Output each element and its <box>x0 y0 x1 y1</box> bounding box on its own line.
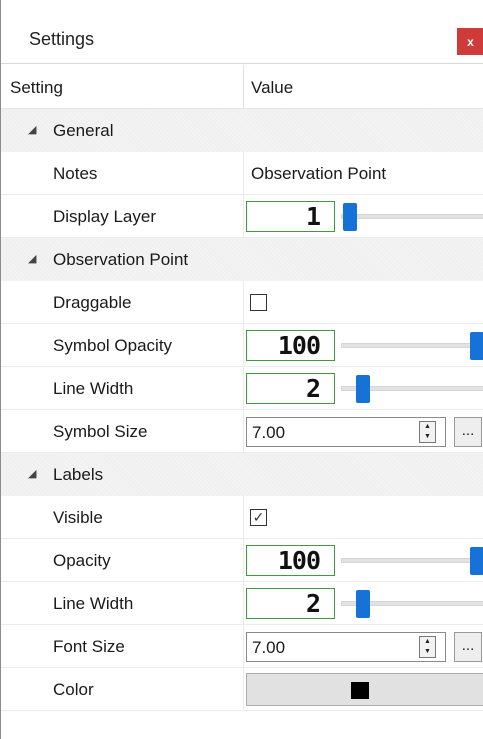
visible-checkbox[interactable]: ✓ <box>250 509 267 526</box>
opacity-readout: 100 <box>246 545 335 576</box>
display-layer-slider-thumb[interactable] <box>343 203 357 231</box>
close-icon: x <box>467 34 474 49</box>
symbol-size-input[interactable]: 7.00 ▲ ▼ <box>246 417 446 447</box>
category-label: Labels <box>53 465 104 484</box>
category-label: Observation Point <box>53 250 189 269</box>
category-label: General <box>53 121 114 140</box>
cell-divider <box>243 625 244 668</box>
line-width-readout: 2 <box>246 373 335 404</box>
row-label: Draggable <box>53 293 132 312</box>
opacity-slider-thumb[interactable] <box>470 547 483 575</box>
spin-up-icon[interactable]: ▲ <box>420 637 435 647</box>
row-label: Display Layer <box>53 207 156 226</box>
row-label: Notes <box>53 164 98 183</box>
row-label: Font Size <box>53 637 125 656</box>
font-size-ellipsis-button[interactable]: ... <box>454 632 482 662</box>
symbol-size-ellipsis-button[interactable]: ... <box>454 417 482 447</box>
collapse-icon[interactable]: ◢ <box>28 252 36 265</box>
column-divider[interactable] <box>243 65 244 109</box>
cell-divider <box>243 496 244 539</box>
row-draggable[interactable]: Draggable <box>1 281 483 324</box>
cell-divider <box>243 324 244 367</box>
font-size-value[interactable]: 7.00 <box>252 638 285 658</box>
cell-divider <box>243 668 244 711</box>
row-visible[interactable]: Visible ✓ <box>1 496 483 539</box>
display-layer-readout: 1 <box>246 201 335 232</box>
cell-divider <box>243 367 244 410</box>
category-labels[interactable]: ◢ Labels <box>1 453 483 496</box>
close-button[interactable]: x <box>457 28 483 55</box>
row-label: Line Width <box>53 594 134 613</box>
collapse-icon[interactable]: ◢ <box>28 467 36 480</box>
symbol-opacity-value: 100 <box>277 331 321 360</box>
symbol-opacity-slider-track[interactable] <box>341 343 483 348</box>
row-label: Opacity <box>53 551 111 570</box>
color-picker-button[interactable] <box>246 673 483 706</box>
row-font-size[interactable]: Font Size 7.00 ▲ ▼ ... <box>1 625 483 668</box>
symbol-size-spinner[interactable]: ▲ ▼ <box>419 421 436 443</box>
symbol-opacity-slider-thumb[interactable] <box>470 332 483 360</box>
font-size-input[interactable]: 7.00 ▲ ▼ <box>246 632 446 662</box>
cell-divider <box>243 281 244 324</box>
opacity-slider-track[interactable] <box>341 558 483 563</box>
row-label: Line Width <box>53 379 134 398</box>
column-header: Setting Value <box>1 65 483 109</box>
symbol-size-value[interactable]: 7.00 <box>252 423 285 443</box>
row-display-layer[interactable]: Display Layer 1 <box>1 195 483 238</box>
row-line-width[interactable]: Line Width 2 <box>1 367 483 410</box>
cell-divider <box>243 582 244 625</box>
row-notes[interactable]: Notes Observation Point <box>1 152 483 195</box>
cell-divider <box>243 195 244 238</box>
property-grid: Setting Value ◢ General Notes Observatio… <box>1 65 483 711</box>
column-header-setting[interactable]: Setting <box>10 78 63 98</box>
display-layer-slider-track[interactable] <box>341 214 483 219</box>
row-label: Visible <box>53 508 103 527</box>
window-title: Settings <box>29 29 95 49</box>
draggable-checkbox[interactable] <box>250 294 267 311</box>
row-label: Symbol Opacity <box>53 336 173 355</box>
symbol-opacity-readout: 100 <box>246 330 335 361</box>
line-width-value: 2 <box>305 374 321 403</box>
display-layer-value: 1 <box>305 202 321 231</box>
title-bar: Settings x <box>1 0 483 64</box>
row-labels-line-width[interactable]: Line Width 2 <box>1 582 483 625</box>
labels-line-width-slider-thumb[interactable] <box>355 590 370 618</box>
row-label: Symbol Size <box>53 422 148 441</box>
collapse-icon[interactable]: ◢ <box>28 123 36 136</box>
spin-down-icon[interactable]: ▼ <box>420 647 435 657</box>
color-swatch <box>351 682 369 699</box>
spin-down-icon[interactable]: ▼ <box>420 432 435 442</box>
category-observation-point[interactable]: ◢ Observation Point <box>1 238 483 281</box>
labels-line-width-readout: 2 <box>246 588 335 619</box>
row-opacity[interactable]: Opacity 100 <box>1 539 483 582</box>
row-symbol-opacity[interactable]: Symbol Opacity 100 <box>1 324 483 367</box>
cell-divider <box>243 410 244 453</box>
cell-divider <box>243 152 244 195</box>
row-label: Color <box>53 680 94 699</box>
category-general[interactable]: ◢ General <box>1 109 483 152</box>
cell-divider <box>243 539 244 582</box>
font-size-spinner[interactable]: ▲ ▼ <box>419 636 436 658</box>
line-width-slider-thumb[interactable] <box>355 375 370 403</box>
column-header-value[interactable]: Value <box>251 78 293 98</box>
spin-up-icon[interactable]: ▲ <box>420 422 435 432</box>
settings-window: Settings x Setting Value ◢ General Notes… <box>0 0 483 739</box>
row-color[interactable]: Color <box>1 668 483 711</box>
labels-line-width-value: 2 <box>305 589 321 618</box>
row-symbol-size[interactable]: Symbol Size 7.00 ▲ ▼ ... <box>1 410 483 453</box>
notes-value[interactable]: Observation Point <box>251 164 386 184</box>
opacity-value: 100 <box>277 546 321 575</box>
